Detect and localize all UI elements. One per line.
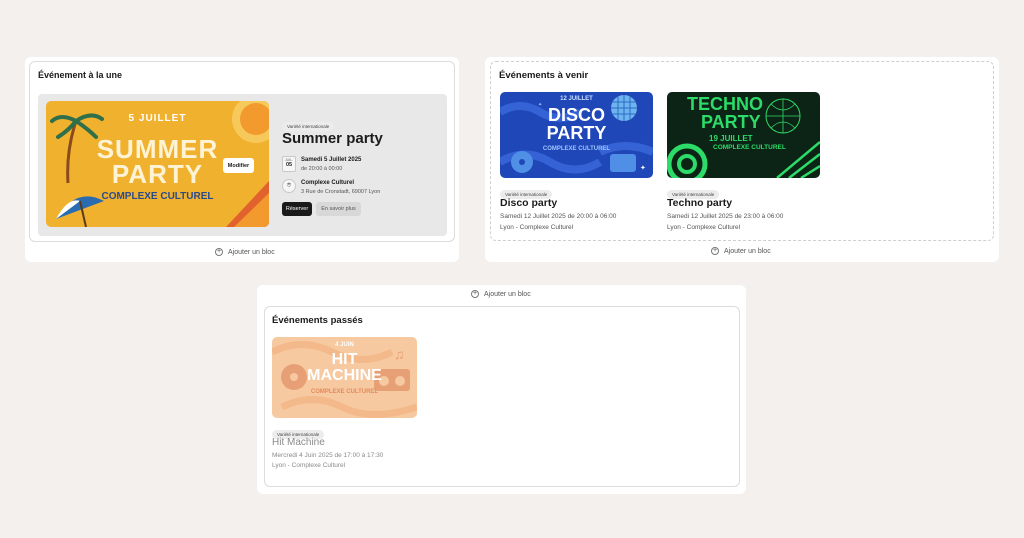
featured-panel: Événement à la une 5 JUILLET SUMMER PART…: [25, 57, 459, 262]
techno-datetime: Samedi 12 Juillet 2025 de 23:00 à 06:00: [667, 213, 784, 220]
location-pin-icon: ⌾: [282, 179, 296, 193]
hit-datetime: Mercredi 4 Juin 2025 de 17:00 à 17:30: [272, 452, 384, 459]
add-block-upcoming[interactable]: + Ajouter un bloc: [711, 247, 771, 255]
featured-date: Samedi 5 Juillet 2025: [301, 157, 362, 163]
svg-text:✦: ✦: [640, 164, 646, 172]
techno-poster-line2: PARTY: [701, 112, 761, 132]
learn-more-button[interactable]: En savoir plus: [316, 202, 361, 216]
techno-party-poster[interactable]: TECHNO PARTY 19 JUILLET COMPLEXE CULTURE…: [667, 92, 820, 178]
calendar-icon: JUIL. 05: [282, 156, 296, 172]
calendar-day: 05: [285, 162, 293, 168]
reserve-button[interactable]: Réserver: [282, 202, 312, 216]
disco-location: Lyon - Complexe Culturel: [500, 224, 574, 231]
summer-party-poster[interactable]: 5 JUILLET SUMMER PARTY COMPLEXE CULTUREL…: [46, 101, 269, 227]
featured-card: 5 JUILLET SUMMER PARTY COMPLEXE CULTUREL…: [38, 94, 447, 236]
summer-poster-date: 5 JUILLET: [128, 113, 187, 124]
featured-venue: Complexe Culturel: [301, 180, 355, 186]
featured-title: Summer party: [282, 130, 383, 147]
disco-title[interactable]: Disco party: [500, 197, 557, 209]
section-title-past: Événements passés: [272, 315, 363, 326]
add-block-label: Ajouter un bloc: [484, 290, 531, 298]
hit-machine-poster[interactable]: ♫ 4 JUIN HIT MACHINE COMPLEXE CULTUREL: [272, 337, 417, 418]
hit-poster-date: 4 JUIN: [335, 342, 354, 348]
disco-poster-date: 12 JUILLET: [560, 96, 593, 102]
add-circle-icon: +: [471, 290, 479, 298]
add-block-past[interactable]: + Ajouter un bloc: [471, 290, 531, 298]
section-title-upcoming: Événements à venir: [499, 70, 589, 81]
upcoming-block: Événements à venir ✦ ✦ 12 JUILLET DISCO …: [490, 61, 994, 241]
hit-location: Lyon - Complexe Culturel: [272, 462, 346, 469]
add-block-label: Ajouter un bloc: [228, 248, 275, 256]
upcoming-panel: Événements à venir ✦ ✦ 12 JUILLET DISCO …: [485, 57, 999, 262]
hit-poster-line2: MACHINE: [307, 367, 382, 384]
add-circle-icon: +: [711, 247, 719, 255]
past-block: Événements passés ♫ 4 JUIN HIT MACHINE C…: [264, 306, 740, 487]
summer-poster-venue: COMPLEXE CULTUREL: [101, 191, 214, 202]
disco-poster-line2: PARTY: [546, 123, 607, 143]
hit-poster-venue: COMPLEXE CULTUREL: [310, 389, 379, 395]
section-title-featured: Événement à la une: [38, 70, 123, 80]
add-block-featured[interactable]: + Ajouter un bloc: [215, 248, 275, 256]
techno-poster-date: 19 JUILLET: [709, 134, 753, 143]
add-block-label: Ajouter un bloc: [724, 247, 771, 255]
disco-party-poster[interactable]: ✦ ✦ 12 JUILLET DISCO PARTY COMPLEXE CULT…: [500, 92, 653, 178]
disco-poster-venue: COMPLEXE CULTUREL: [542, 146, 611, 152]
techno-poster-venue: COMPLEXE CULTUREL: [713, 144, 786, 151]
featured-block: Événement à la une 5 JUILLET SUMMER PART…: [29, 61, 455, 242]
hit-title[interactable]: Hit Machine: [272, 437, 325, 448]
disco-datetime: Samedi 12 Juillet 2025 de 20:00 à 06:00: [500, 213, 617, 220]
featured-address: 3 Rue de Cronstadt, 69007 Lyon: [301, 189, 381, 195]
featured-time: de 20:00 à 00:00: [301, 166, 343, 172]
add-circle-icon: +: [215, 248, 223, 256]
past-panel: + Ajouter un bloc Événements passés ♫ 4 …: [257, 285, 746, 494]
techno-location: Lyon - Complexe Culturel: [667, 224, 741, 231]
edit-button[interactable]: Modifier: [223, 158, 254, 173]
techno-title[interactable]: Techno party: [667, 197, 732, 209]
